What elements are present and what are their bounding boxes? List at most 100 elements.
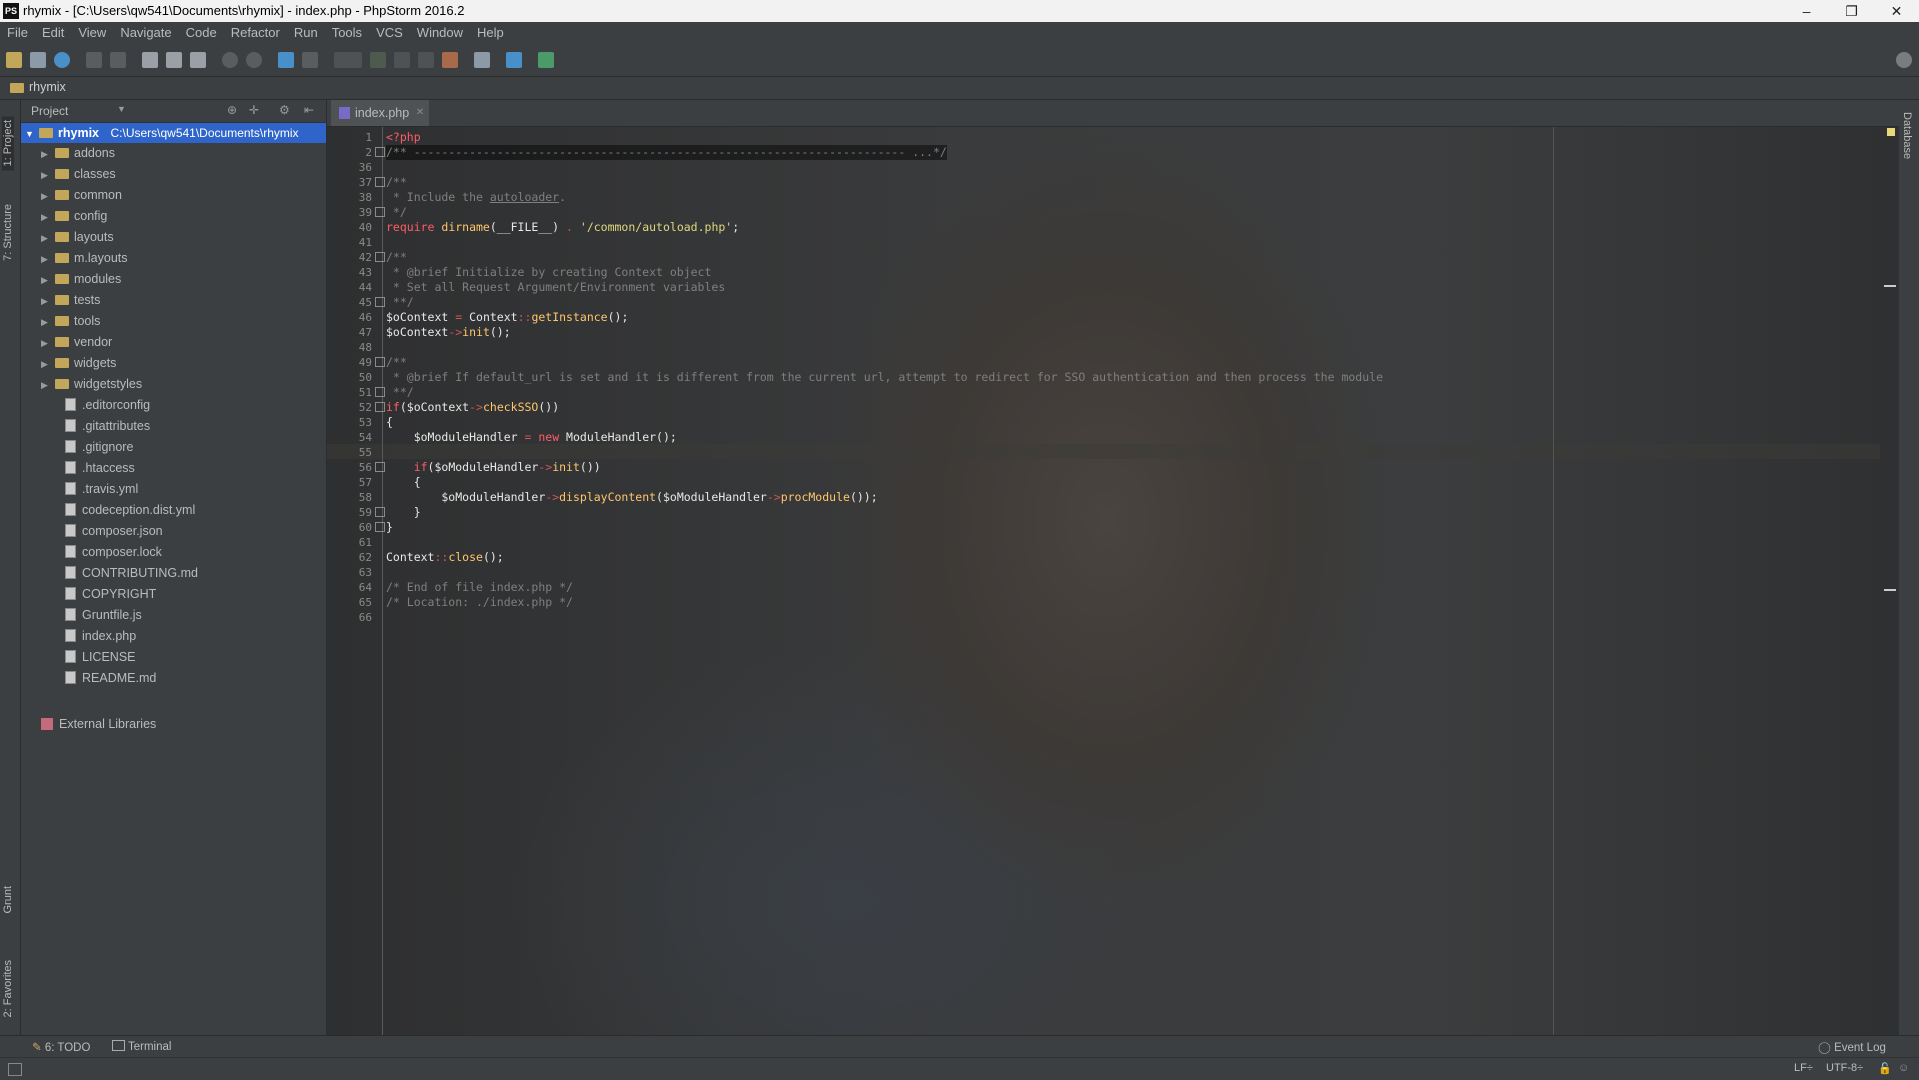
find-icon[interactable] xyxy=(222,52,238,68)
fold-marker-icon[interactable] xyxy=(375,147,385,157)
line-number[interactable]: 42 xyxy=(359,250,372,265)
expand-arrow-icon[interactable]: ▶ xyxy=(41,186,55,206)
run-icon[interactable] xyxy=(370,52,386,68)
terminal-tab[interactable]: Terminal xyxy=(112,1040,171,1053)
undo-icon[interactable] xyxy=(86,52,102,68)
menu-run[interactable]: Run xyxy=(287,22,325,44)
vcs-icon[interactable] xyxy=(442,52,458,68)
expand-arrow-icon[interactable]: ▶ xyxy=(41,333,55,353)
line-number[interactable]: 38 xyxy=(359,190,372,205)
replace-icon[interactable] xyxy=(246,52,262,68)
expand-arrow-icon[interactable]: ▼ xyxy=(25,124,39,144)
scroll-marker[interactable] xyxy=(1884,589,1896,591)
debug-icon[interactable] xyxy=(394,52,410,68)
line-number[interactable]: 52 xyxy=(359,400,372,415)
line-number[interactable]: 54 xyxy=(359,430,372,445)
project-view-selector[interactable]: Project xyxy=(31,104,68,118)
expand-arrow-icon[interactable]: ▶ xyxy=(41,270,55,290)
line-number[interactable]: 61 xyxy=(359,535,372,550)
line-number[interactable]: 39 xyxy=(359,205,372,220)
menu-refactor[interactable]: Refactor xyxy=(224,22,287,44)
line-number[interactable]: 1 xyxy=(365,130,372,145)
fold-marker-icon[interactable] xyxy=(375,177,385,187)
close-button[interactable]: ✕ xyxy=(1874,0,1919,22)
fold-marker-icon[interactable] xyxy=(375,297,385,307)
line-number[interactable]: 50 xyxy=(359,370,372,385)
lock-icon[interactable]: 🔓 xyxy=(1878,1062,1892,1075)
toggle-tool-windows-icon[interactable] xyxy=(8,1063,22,1076)
tree-folder-tools[interactable]: ▶ tools xyxy=(41,311,100,331)
line-number[interactable]: 41 xyxy=(359,235,372,250)
menu-code[interactable]: Code xyxy=(179,22,224,44)
chevron-down-icon[interactable]: ▼ xyxy=(117,104,126,114)
tree-folder-layouts[interactable]: ▶ layouts xyxy=(41,227,114,247)
tool-tab-favorites[interactable]: 2: Favorites xyxy=(2,960,14,1017)
line-number[interactable]: 49 xyxy=(359,355,372,370)
line-number[interactable]: 48 xyxy=(359,340,372,355)
sync-icon[interactable] xyxy=(54,52,70,68)
tree-file-composer-json[interactable]: composer.json xyxy=(63,521,163,541)
tree-file-dot-gitignore[interactable]: .gitignore xyxy=(63,437,133,457)
fold-marker-icon[interactable] xyxy=(375,402,385,412)
menu-view[interactable]: View xyxy=(71,22,113,44)
back-icon[interactable] xyxy=(278,52,294,68)
tree-root[interactable]: ▼ rhymix C:\Users\qw541\Documents\rhymix xyxy=(21,123,326,143)
scroll-from-source-icon[interactable]: ⊕ xyxy=(227,103,237,117)
tree-file-readme-md[interactable]: README.md xyxy=(63,668,156,688)
tree-folder-config[interactable]: ▶ config xyxy=(41,206,107,226)
hide-panel-icon[interactable]: ⇤ xyxy=(304,103,314,117)
tree-folder-addons[interactable]: ▶ addons xyxy=(41,143,115,163)
tree-file-gruntfile-js[interactable]: Gruntfile.js xyxy=(63,605,142,625)
tree-folder-tests[interactable]: ▶ tests xyxy=(41,290,100,310)
line-number[interactable]: 55 xyxy=(359,445,372,460)
encoding-widget[interactable]: UTF-8÷ xyxy=(1826,1062,1863,1074)
line-number[interactable]: 36 xyxy=(359,160,372,175)
expand-arrow-icon[interactable]: ▶ xyxy=(41,375,55,395)
redo-icon[interactable] xyxy=(110,52,126,68)
settings-icon[interactable] xyxy=(474,52,490,68)
database-icon[interactable] xyxy=(538,52,554,68)
tree-file-copyright[interactable]: COPYRIGHT xyxy=(63,584,156,604)
tool-tab-database[interactable]: Database xyxy=(1901,112,1913,159)
inspection-profile-icon[interactable]: ☺ xyxy=(1898,1062,1909,1074)
menu-vcs[interactable]: VCS xyxy=(369,22,410,44)
line-number[interactable]: 44 xyxy=(359,280,372,295)
event-log-tab[interactable]: ◯ Event Log xyxy=(1818,1040,1886,1054)
external-libraries[interactable]: External Libraries xyxy=(41,714,156,734)
line-number[interactable]: 47 xyxy=(359,325,372,340)
tree-folder-vendor[interactable]: ▶ vendor xyxy=(41,332,112,352)
tool-tab-structure[interactable]: 7: Structure xyxy=(2,204,14,261)
fold-marker-icon[interactable] xyxy=(375,387,385,397)
gear-icon[interactable]: ⚙ xyxy=(279,103,290,117)
coverage-icon[interactable] xyxy=(418,52,434,68)
menu-edit[interactable]: Edit xyxy=(35,22,71,44)
expand-arrow-icon[interactable]: ▶ xyxy=(41,312,55,332)
line-number[interactable]: 45 xyxy=(359,295,372,310)
tool-tab-grunt[interactable]: Grunt xyxy=(2,886,14,914)
line-number[interactable]: 59 xyxy=(359,505,372,520)
line-number[interactable]: 57 xyxy=(359,475,372,490)
expand-arrow-icon[interactable]: ▶ xyxy=(41,165,55,185)
tree-folder-widgetstyles[interactable]: ▶ widgetstyles xyxy=(41,374,142,394)
todo-tab[interactable]: ✎ 6: TODO xyxy=(32,1040,90,1054)
line-number[interactable]: 43 xyxy=(359,265,372,280)
line-number[interactable]: 63 xyxy=(359,565,372,580)
tree-file-index-php[interactable]: index.php xyxy=(63,626,136,646)
line-number[interactable]: 46 xyxy=(359,310,372,325)
forward-icon[interactable] xyxy=(302,52,318,68)
fold-marker-icon[interactable] xyxy=(375,507,385,517)
tree-file-composer-lock[interactable]: composer.lock xyxy=(63,542,162,562)
tree-file-license[interactable]: LICENSE xyxy=(63,647,136,667)
breadcrumb-project[interactable]: rhymix xyxy=(29,80,66,94)
line-number[interactable]: 51 xyxy=(359,385,372,400)
paste-icon[interactable] xyxy=(190,52,206,68)
line-number[interactable]: 58 xyxy=(359,490,372,505)
line-number[interactable]: 37 xyxy=(359,175,372,190)
open-folder-icon[interactable] xyxy=(6,52,22,68)
tree-folder-modules[interactable]: ▶ modules xyxy=(41,269,121,289)
tree-folder-classes[interactable]: ▶ classes xyxy=(41,164,116,184)
fold-marker-icon[interactable] xyxy=(375,522,385,532)
inspection-status-icon[interactable] xyxy=(1887,128,1895,136)
minimize-button[interactable]: – xyxy=(1784,0,1829,22)
line-number[interactable]: 53 xyxy=(359,415,372,430)
